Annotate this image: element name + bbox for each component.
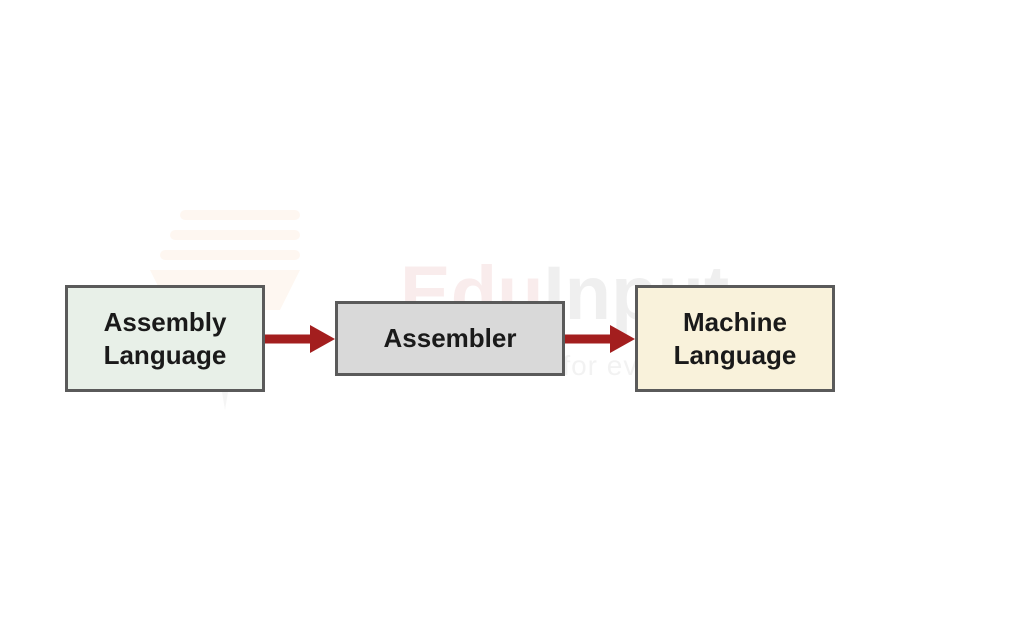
assembly-label-line2: Language [94,339,236,372]
assembler-box: Assembler [335,301,565,376]
arrow-1 [265,319,335,359]
assembly-language-box: Assembly Language [65,285,265,392]
assembly-label-line1: Assembly [94,306,236,339]
machine-label-line2: Language [664,339,806,372]
machine-label-line1: Machine [664,306,806,339]
arrow-right-icon [565,319,635,359]
machine-language-box: Machine Language [635,285,835,392]
assembler-label: Assembler [364,322,536,355]
arrow-2 [565,319,635,359]
flow-diagram: Assembly Language Assembler Machine Lang… [65,285,835,392]
arrow-right-icon [265,319,335,359]
